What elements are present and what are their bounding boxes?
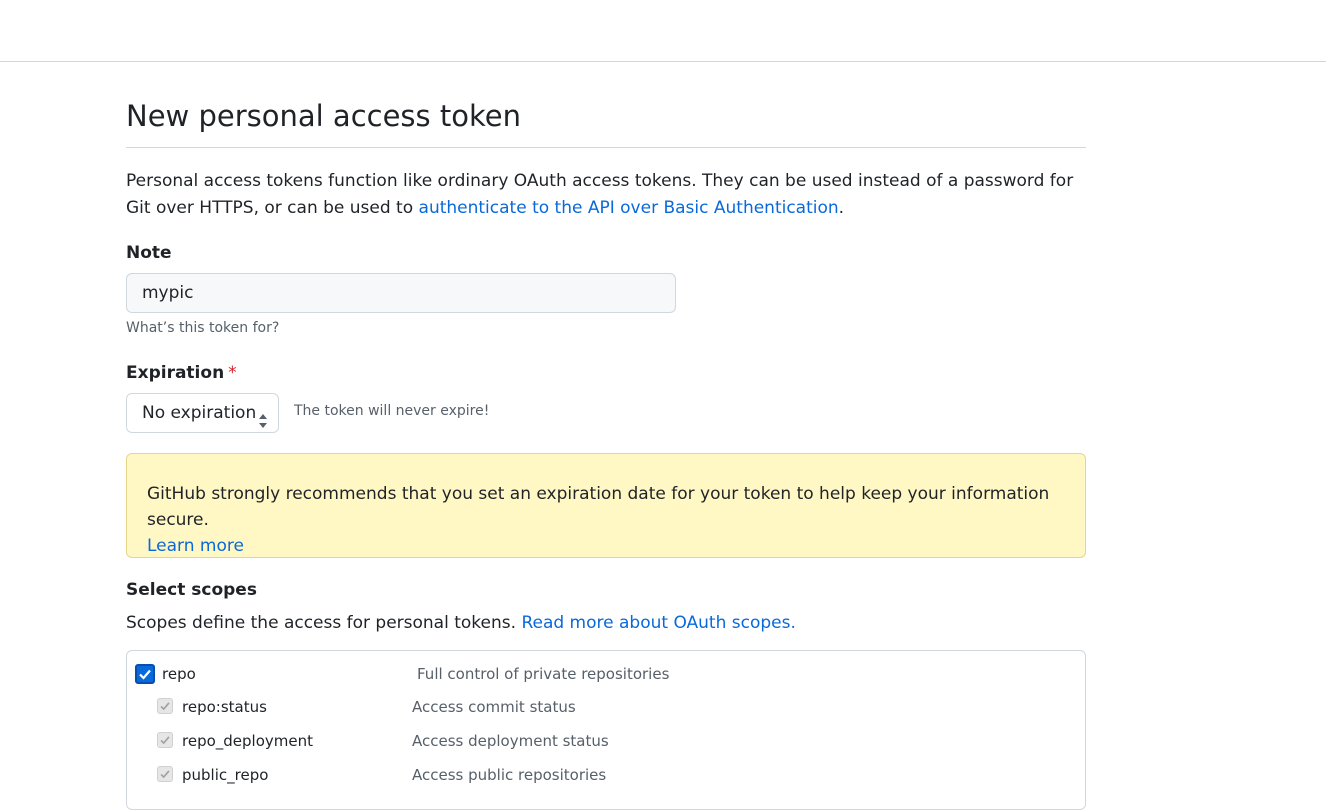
scope-name: repo_deployment [182, 732, 313, 750]
scope-row-repo[interactable]: repo Full control of private repositorie… [127, 663, 1085, 687]
scope-row-public-repo[interactable]: public_repo Access public repositories [127, 764, 1085, 788]
repo-checkbox[interactable] [135, 664, 155, 684]
flash-text: GitHub strongly recommends that you set … [147, 484, 1050, 530]
scope-desc: Access public repositories [412, 766, 607, 784]
scope-desc: Access deployment status [412, 732, 609, 750]
intro-end: . [838, 198, 845, 218]
scopes-heading: Select scopes [126, 580, 257, 600]
scope-row-repo-status[interactable]: repo:status Access commit status [127, 696, 1085, 720]
expiration-message: The token will never expire! [294, 403, 490, 419]
top-header-bar [0, 0, 1326, 62]
scope-name: public_repo [182, 766, 269, 784]
select-caret-icon [258, 405, 268, 428]
learn-more-link[interactable]: Learn more [147, 536, 244, 556]
scope-name: repo:status [182, 698, 267, 716]
expiration-warning-flash: GitHub strongly recommends that you set … [126, 453, 1086, 558]
scopes-desc-text: Scopes define the access for personal to… [126, 613, 522, 633]
intro-paragraph: Personal access tokens function like ord… [126, 168, 1086, 222]
note-input[interactable] [126, 273, 676, 313]
scope-desc: Full control of private repositories [417, 665, 670, 683]
scope-row-repo-deployment[interactable]: repo_deployment Access deployment status [127, 730, 1085, 754]
page-title: New personal access token [126, 99, 521, 133]
required-asterisk: * [228, 363, 237, 383]
scopes-description: Scopes define the access for personal to… [126, 613, 796, 633]
expiration-label: Expiration * [126, 363, 237, 383]
scope-desc: Access commit status [412, 698, 576, 716]
expiration-label-text: Expiration [126, 363, 225, 383]
scopes-list: repo Full control of private repositorie… [126, 650, 1086, 810]
oauth-scopes-link[interactable]: Read more about OAuth scopes. [521, 613, 795, 633]
expiration-selected-value: No expiration [142, 403, 257, 423]
repo-deployment-checkbox[interactable] [157, 732, 173, 748]
title-divider [126, 147, 1086, 148]
note-label: Note [126, 243, 172, 263]
repo-status-checkbox[interactable] [157, 698, 173, 714]
basic-auth-link[interactable]: authenticate to the API over Basic Authe… [419, 198, 839, 218]
note-hint: What’s this token for? [126, 320, 280, 336]
scope-name: repo [162, 665, 196, 683]
expiration-select[interactable]: No expiration [126, 393, 279, 433]
public-repo-checkbox[interactable] [157, 766, 173, 782]
